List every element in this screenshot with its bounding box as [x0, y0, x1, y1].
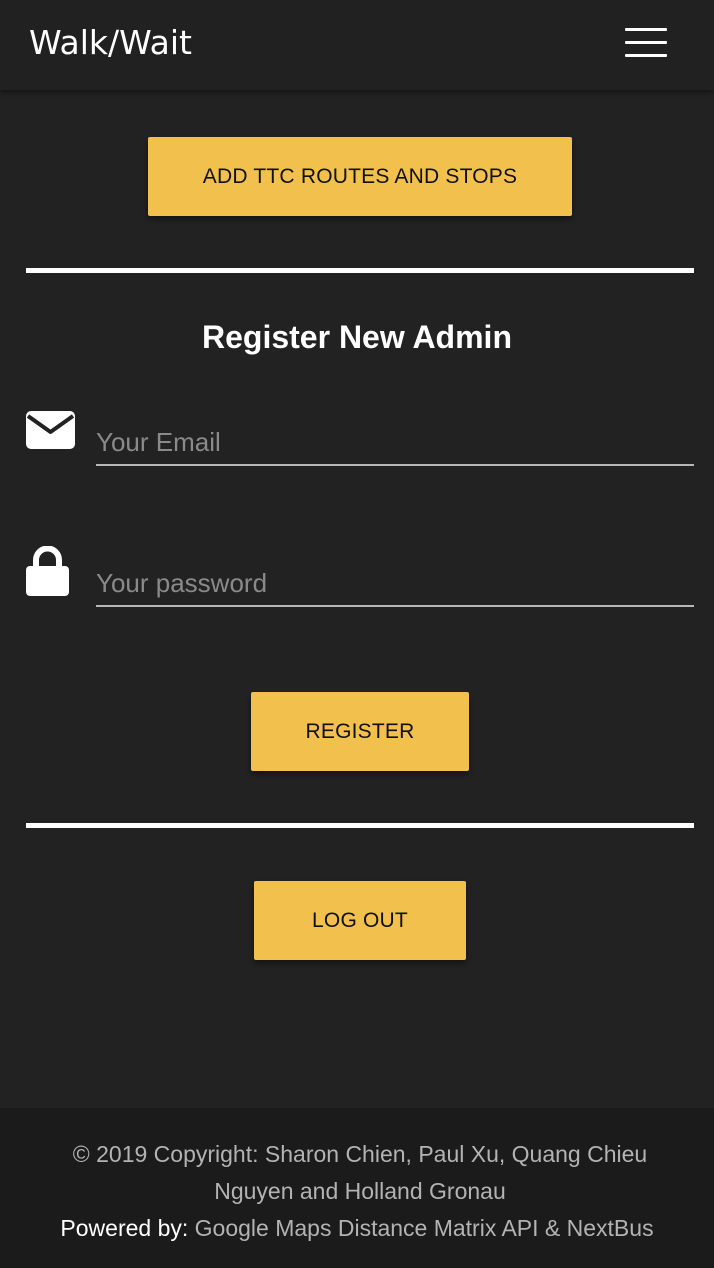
hamburger-menu-icon[interactable]	[620, 24, 670, 64]
register-button[interactable]: REGISTER	[251, 692, 469, 771]
envelope-icon	[26, 411, 75, 449]
email-field[interactable]	[96, 420, 694, 466]
menu-bar-middle	[625, 41, 667, 44]
brand-title[interactable]: Walk/Wait	[29, 22, 192, 64]
powered-by-links[interactable]: Google Maps Distance Matrix API & NextBu…	[195, 1215, 654, 1241]
password-field[interactable]	[96, 561, 694, 607]
top-navbar: Walk/Wait	[0, 0, 714, 90]
logout-button[interactable]: LOG OUT	[254, 881, 466, 960]
page-footer: © 2019 Copyright: Sharon Chien, Paul Xu,…	[0, 1108, 714, 1268]
section-divider-bottom	[26, 823, 694, 828]
menu-bar-bottom	[625, 54, 667, 57]
powered-by-line: Powered by: Google Maps Distance Matrix …	[0, 1210, 714, 1247]
section-divider-top	[26, 268, 694, 273]
email-input[interactable]	[96, 420, 694, 464]
menu-bar-top	[625, 28, 667, 31]
copyright-text: © 2019 Copyright: Sharon Chien, Paul Xu,…	[72, 1141, 648, 1204]
password-input[interactable]	[96, 561, 694, 605]
add-ttc-routes-button[interactable]: ADD TTC ROUTES AND STOPS	[148, 137, 572, 216]
lock-icon	[26, 545, 69, 596]
powered-by-label: Powered by:	[60, 1215, 189, 1241]
register-admin-title: Register New Admin	[202, 319, 512, 355]
